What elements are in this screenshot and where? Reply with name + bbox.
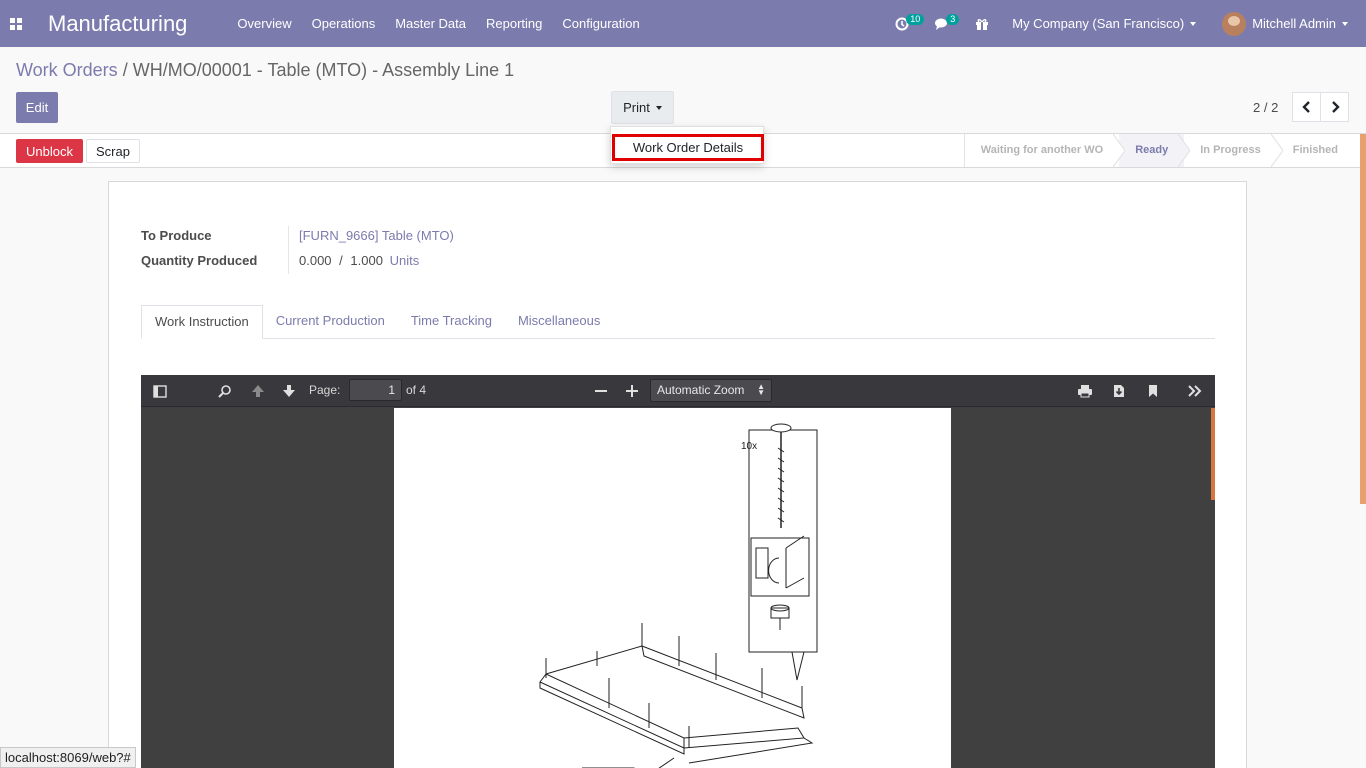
stage-arrow-icon bbox=[1270, 134, 1283, 167]
menu-master-data[interactable]: Master Data bbox=[385, 0, 476, 47]
print-icon[interactable] bbox=[1075, 381, 1095, 401]
tab-current-production[interactable]: Current Production bbox=[263, 305, 398, 338]
menu-reporting[interactable]: Reporting bbox=[476, 0, 552, 47]
page-count: of 4 bbox=[406, 383, 427, 397]
form-sheet: To Produce Quantity Produced [FURN_9666]… bbox=[108, 181, 1247, 768]
stage-finished[interactable]: Finished bbox=[1277, 134, 1366, 167]
menu-configuration[interactable]: Configuration bbox=[552, 0, 649, 47]
quantity-produced-value: 0.000 / 1.000 Units bbox=[299, 253, 419, 268]
drawing-quantity-label: 10x bbox=[741, 441, 757, 452]
previous-page-icon[interactable] bbox=[248, 381, 268, 401]
stage-label: In Progress bbox=[1200, 144, 1261, 156]
next-page-icon[interactable] bbox=[279, 381, 299, 401]
product-link[interactable]: [FURN_9666] Table (MTO) bbox=[299, 228, 454, 243]
print-dropdown-menu: Work Order Details bbox=[610, 126, 764, 164]
search-icon[interactable] bbox=[215, 381, 235, 401]
breadcrumb-work-orders[interactable]: Work Orders bbox=[16, 60, 118, 80]
scrap-button[interactable]: Scrap bbox=[86, 139, 140, 163]
double-chevron-right-icon[interactable] bbox=[1185, 381, 1205, 401]
pdf-scrollbar[interactable] bbox=[1211, 408, 1215, 500]
stage-arrow-icon bbox=[1113, 134, 1126, 167]
caret-down-icon bbox=[655, 105, 662, 110]
caret-down-icon bbox=[1190, 21, 1197, 26]
work-order-details-menu-item[interactable]: Work Order Details bbox=[612, 134, 764, 161]
zoom-value: Automatic Zoom bbox=[657, 383, 745, 397]
pager-previous-button[interactable] bbox=[1292, 92, 1321, 122]
message-count-badge: 3 bbox=[946, 14, 960, 25]
caret-down-icon bbox=[1342, 21, 1348, 26]
qty-separator: / bbox=[339, 253, 343, 268]
navbar-systray: 10 3 My Company (San Francisco) Mitchell… bbox=[882, 0, 1366, 47]
page-label: Page: bbox=[309, 383, 341, 397]
gift-icon bbox=[976, 18, 989, 30]
activity-button[interactable]: 10 bbox=[882, 0, 925, 47]
avatar bbox=[1222, 11, 1247, 36]
tab-time-tracking[interactable]: Time Tracking bbox=[398, 305, 505, 338]
tab-work-instruction[interactable]: Work Instruction bbox=[141, 305, 263, 339]
user-name: Mitchell Admin bbox=[1252, 16, 1336, 31]
company-switcher[interactable]: My Company (San Francisco) bbox=[1002, 16, 1210, 31]
pager-value: 2 / 2 bbox=[1253, 100, 1279, 115]
sidebar-toggle-icon[interactable] bbox=[150, 381, 170, 401]
zoom-out-icon[interactable] bbox=[591, 381, 611, 401]
messaging-button[interactable]: 3 bbox=[922, 0, 962, 47]
pdf-toolbar: Page: 1 of 4 Automatic Zoom ▲ ▼ bbox=[141, 375, 1215, 407]
edit-button[interactable]: Edit bbox=[16, 92, 58, 123]
stage-label: Waiting for another WO bbox=[980, 144, 1104, 156]
field-divider bbox=[288, 226, 289, 274]
stage-label: Finished bbox=[1292, 144, 1338, 156]
select-arrows-icon: ▲ ▼ bbox=[757, 382, 765, 397]
apps-menu-icon[interactable] bbox=[0, 0, 32, 47]
qty-total: 1.000 bbox=[350, 253, 383, 268]
download-icon[interactable] bbox=[1109, 381, 1129, 401]
unblock-button[interactable]: Unblock bbox=[16, 139, 83, 163]
top-navbar: Manufacturing Overview Operations Master… bbox=[0, 0, 1366, 47]
menu-operations[interactable]: Operations bbox=[302, 0, 386, 47]
assembly-drawing: 10x bbox=[539, 423, 818, 768]
zoom-in-icon[interactable] bbox=[622, 381, 642, 401]
app-title[interactable]: Manufacturing bbox=[48, 11, 187, 37]
gift-button[interactable] bbox=[962, 0, 1002, 47]
to-produce-value: [FURN_9666] Table (MTO) bbox=[299, 228, 454, 243]
pager-next-button[interactable] bbox=[1320, 92, 1349, 122]
stage-arrow-icon bbox=[1178, 134, 1191, 167]
pdf-viewer: Page: 1 of 4 Automatic Zoom ▲ ▼ 10x bbox=[141, 375, 1215, 768]
main-menu: Overview Operations Master Data Reportin… bbox=[227, 0, 649, 47]
pdf-page: 10x bbox=[394, 408, 951, 768]
quantity-produced-label: Quantity Produced bbox=[141, 253, 258, 268]
stage-ready[interactable]: Ready bbox=[1119, 134, 1191, 167]
chevron-left-icon bbox=[1301, 101, 1310, 113]
to-produce-label: To Produce bbox=[141, 228, 212, 243]
browser-status-url: localhost:8069/web?# bbox=[0, 747, 136, 768]
print-button[interactable]: Print bbox=[611, 91, 674, 124]
stage-in-progress[interactable]: In Progress bbox=[1184, 134, 1283, 167]
zoom-select[interactable]: Automatic Zoom ▲ ▼ bbox=[650, 379, 772, 402]
breadcrumb-separator: / bbox=[122, 60, 128, 80]
stage-waiting[interactable]: Waiting for another WO bbox=[965, 134, 1126, 167]
company-name: My Company (San Francisco) bbox=[1012, 16, 1185, 31]
uom-link[interactable]: Units bbox=[390, 253, 420, 268]
page-number-input[interactable]: 1 bbox=[349, 379, 402, 401]
qty-produced: 0.000 bbox=[299, 253, 332, 268]
notebook-tabs: Work Instruction Current Production Time… bbox=[141, 305, 1215, 339]
bookmark-icon[interactable] bbox=[1143, 381, 1163, 401]
stage-pipeline: Waiting for another WO Ready In Progress… bbox=[963, 134, 1366, 167]
user-menu[interactable]: Mitchell Admin bbox=[1210, 11, 1348, 36]
breadcrumb: Work Orders / WH/MO/00001 - Table (MTO) … bbox=[16, 60, 514, 81]
menu-overview[interactable]: Overview bbox=[227, 0, 301, 47]
page-title: WH/MO/00001 - Table (MTO) - Assembly Lin… bbox=[132, 60, 515, 80]
page-scrollbar[interactable] bbox=[1360, 134, 1366, 504]
print-button-label: Print bbox=[623, 100, 650, 115]
stage-label: Ready bbox=[1135, 144, 1169, 156]
chevron-right-icon bbox=[1331, 101, 1340, 113]
tab-miscellaneous[interactable]: Miscellaneous bbox=[505, 305, 613, 338]
